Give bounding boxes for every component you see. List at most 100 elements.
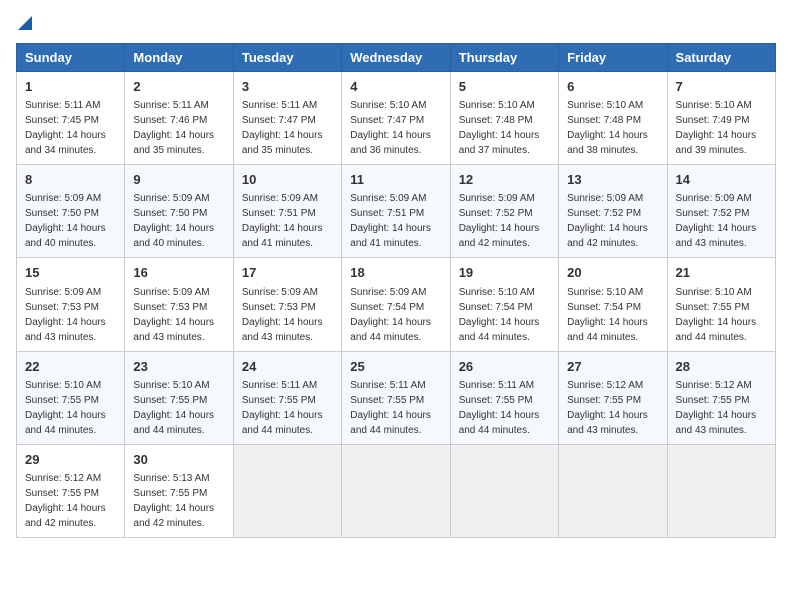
- day-info: Sunrise: 5:09 AMSunset: 7:54 PMDaylight:…: [350, 287, 431, 343]
- day-number: 8: [25, 171, 116, 189]
- calendar-cell: 16 Sunrise: 5:09 AMSunset: 7:53 PMDayligh…: [125, 258, 233, 351]
- calendar-cell: 27Sunrise: 5:12 AMSunset: 7:55 PMDayligh…: [559, 351, 667, 444]
- calendar-cell: 13 Sunrise: 5:09 AMSunset: 7:52 PMDayligh…: [559, 165, 667, 258]
- calendar-cell: 6 Sunrise: 5:10 AMSunset: 7:48 PMDaylight…: [559, 72, 667, 165]
- day-info: Sunrise: 5:09 AMSunset: 7:52 PMDaylight:…: [567, 193, 648, 249]
- calendar-cell: [667, 444, 775, 537]
- day-number: 13: [567, 171, 658, 189]
- calendar-cell: 7 Sunrise: 5:10 AMSunset: 7:49 PMDaylight…: [667, 72, 775, 165]
- day-info: Sunrise: 5:09 AMSunset: 7:51 PMDaylight:…: [242, 193, 323, 249]
- day-number: 29: [25, 451, 116, 469]
- calendar-header-saturday: Saturday: [667, 44, 775, 72]
- day-number: 16: [133, 264, 224, 282]
- day-info: Sunrise: 5:11 AMSunset: 7:55 PMDaylight:…: [459, 380, 540, 436]
- day-info: Sunrise: 5:09 AMSunset: 7:53 PMDaylight:…: [25, 287, 106, 343]
- calendar-header-tuesday: Tuesday: [233, 44, 341, 72]
- day-info: Sunrise: 5:11 AMSunset: 7:45 PMDaylight:…: [25, 100, 106, 156]
- day-number: 24: [242, 358, 333, 376]
- logo: [16, 16, 32, 35]
- calendar-cell: 21 Sunrise: 5:10 AMSunset: 7:55 PMDayligh…: [667, 258, 775, 351]
- day-info: Sunrise: 5:13 AMSunset: 7:55 PMDaylight:…: [133, 473, 214, 529]
- calendar-header-row: SundayMondayTuesdayWednesdayThursdayFrid…: [17, 44, 776, 72]
- calendar-cell: 24 Sunrise: 5:11 AMSunset: 7:55 PMDayligh…: [233, 351, 341, 444]
- calendar-cell: 12Sunrise: 5:09 AMSunset: 7:52 PMDayligh…: [450, 165, 558, 258]
- day-number: 25: [350, 358, 441, 376]
- day-info: Sunrise: 5:10 AMSunset: 7:55 PMDaylight:…: [25, 380, 106, 436]
- calendar-cell: 3 Sunrise: 5:11 AMSunset: 7:47 PMDaylight…: [233, 72, 341, 165]
- day-number: 15: [25, 264, 116, 282]
- calendar-header-sunday: Sunday: [17, 44, 125, 72]
- calendar-cell: 26 Sunrise: 5:11 AMSunset: 7:55 PMDayligh…: [450, 351, 558, 444]
- day-info: Sunrise: 5:10 AMSunset: 7:55 PMDaylight:…: [676, 287, 757, 343]
- calendar-cell: 15 Sunrise: 5:09 AMSunset: 7:53 PMDayligh…: [17, 258, 125, 351]
- day-number: 17: [242, 264, 333, 282]
- calendar-table: SundayMondayTuesdayWednesdayThursdayFrid…: [16, 43, 776, 538]
- page-header: [16, 16, 776, 35]
- calendar-cell: 5 Sunrise: 5:10 AMSunset: 7:48 PMDaylight…: [450, 72, 558, 165]
- calendar-week-row: 22 Sunrise: 5:10 AMSunset: 7:55 PMDayligh…: [17, 351, 776, 444]
- calendar-cell: [450, 444, 558, 537]
- calendar-cell: 18Sunrise: 5:09 AMSunset: 7:54 PMDayligh…: [342, 258, 450, 351]
- day-number: 20: [567, 264, 658, 282]
- day-info: Sunrise: 5:10 AMSunset: 7:54 PMDaylight:…: [459, 287, 540, 343]
- calendar-cell: 17Sunrise: 5:09 AMSunset: 7:53 PMDayligh…: [233, 258, 341, 351]
- day-info: Sunrise: 5:09 AMSunset: 7:52 PMDaylight:…: [676, 193, 757, 249]
- day-number: 10: [242, 171, 333, 189]
- day-info: Sunrise: 5:12 AMSunset: 7:55 PMDaylight:…: [676, 380, 757, 436]
- calendar-cell: 11 Sunrise: 5:09 AMSunset: 7:51 PMDayligh…: [342, 165, 450, 258]
- day-number: 14: [676, 171, 767, 189]
- day-number: 21: [676, 264, 767, 282]
- calendar-cell: [342, 444, 450, 537]
- day-number: 11: [350, 171, 441, 189]
- day-number: 23: [133, 358, 224, 376]
- day-info: Sunrise: 5:09 AMSunset: 7:50 PMDaylight:…: [133, 193, 214, 249]
- calendar-header-wednesday: Wednesday: [342, 44, 450, 72]
- logo-triangle-icon: [18, 16, 32, 30]
- calendar-cell: [559, 444, 667, 537]
- day-info: Sunrise: 5:09 AMSunset: 7:53 PMDaylight:…: [133, 287, 214, 343]
- calendar-cell: 30 Sunrise: 5:13 AMSunset: 7:55 PMDayligh…: [125, 444, 233, 537]
- day-info: Sunrise: 5:11 AMSunset: 7:55 PMDaylight:…: [242, 380, 323, 436]
- calendar-cell: 1Sunrise: 5:11 AMSunset: 7:45 PMDaylight…: [17, 72, 125, 165]
- calendar-cell: 8 Sunrise: 5:09 AMSunset: 7:50 PMDaylight…: [17, 165, 125, 258]
- calendar-cell: 10 Sunrise: 5:09 AMSunset: 7:51 PMDayligh…: [233, 165, 341, 258]
- day-info: Sunrise: 5:10 AMSunset: 7:48 PMDaylight:…: [459, 100, 540, 156]
- day-info: Sunrise: 5:11 AMSunset: 7:47 PMDaylight:…: [242, 100, 323, 156]
- day-number: 22: [25, 358, 116, 376]
- calendar-cell: 25 Sunrise: 5:11 AMSunset: 7:55 PMDayligh…: [342, 351, 450, 444]
- day-number: 12: [459, 171, 550, 189]
- day-number: 19: [459, 264, 550, 282]
- calendar-cell: 14 Sunrise: 5:09 AMSunset: 7:52 PMDayligh…: [667, 165, 775, 258]
- calendar-cell: [233, 444, 341, 537]
- day-number: 6: [567, 78, 658, 96]
- day-info: Sunrise: 5:10 AMSunset: 7:49 PMDaylight:…: [676, 100, 757, 156]
- calendar-cell: 28 Sunrise: 5:12 AMSunset: 7:55 PMDayligh…: [667, 351, 775, 444]
- calendar-cell: 19 Sunrise: 5:10 AMSunset: 7:54 PMDayligh…: [450, 258, 558, 351]
- day-info: Sunrise: 5:10 AMSunset: 7:47 PMDaylight:…: [350, 100, 431, 156]
- day-info: Sunrise: 5:09 AMSunset: 7:51 PMDaylight:…: [350, 193, 431, 249]
- day-number: 2: [133, 78, 224, 96]
- calendar-header-friday: Friday: [559, 44, 667, 72]
- day-info: Sunrise: 5:11 AMSunset: 7:55 PMDaylight:…: [350, 380, 431, 436]
- day-number: 28: [676, 358, 767, 376]
- day-info: Sunrise: 5:11 AMSunset: 7:46 PMDaylight:…: [133, 100, 214, 156]
- day-info: Sunrise: 5:12 AMSunset: 7:55 PMDaylight:…: [25, 473, 106, 529]
- calendar-header-thursday: Thursday: [450, 44, 558, 72]
- day-number: 3: [242, 78, 333, 96]
- day-info: Sunrise: 5:10 AMSunset: 7:48 PMDaylight:…: [567, 100, 648, 156]
- calendar-week-row: 8 Sunrise: 5:09 AMSunset: 7:50 PMDaylight…: [17, 165, 776, 258]
- day-number: 30: [133, 451, 224, 469]
- day-info: Sunrise: 5:10 AMSunset: 7:54 PMDaylight:…: [567, 287, 648, 343]
- day-info: Sunrise: 5:09 AMSunset: 7:50 PMDaylight:…: [25, 193, 106, 249]
- calendar-cell: 22 Sunrise: 5:10 AMSunset: 7:55 PMDayligh…: [17, 351, 125, 444]
- day-number: 26: [459, 358, 550, 376]
- calendar-week-row: 15 Sunrise: 5:09 AMSunset: 7:53 PMDayligh…: [17, 258, 776, 351]
- calendar-cell: 2 Sunrise: 5:11 AMSunset: 7:46 PMDaylight…: [125, 72, 233, 165]
- calendar-cell: 23Sunrise: 5:10 AMSunset: 7:55 PMDayligh…: [125, 351, 233, 444]
- day-number: 4: [350, 78, 441, 96]
- calendar-week-row: 29 Sunrise: 5:12 AMSunset: 7:55 PMDayligh…: [17, 444, 776, 537]
- day-number: 9: [133, 171, 224, 189]
- day-number: 5: [459, 78, 550, 96]
- day-number: 7: [676, 78, 767, 96]
- calendar-cell: 20 Sunrise: 5:10 AMSunset: 7:54 PMDayligh…: [559, 258, 667, 351]
